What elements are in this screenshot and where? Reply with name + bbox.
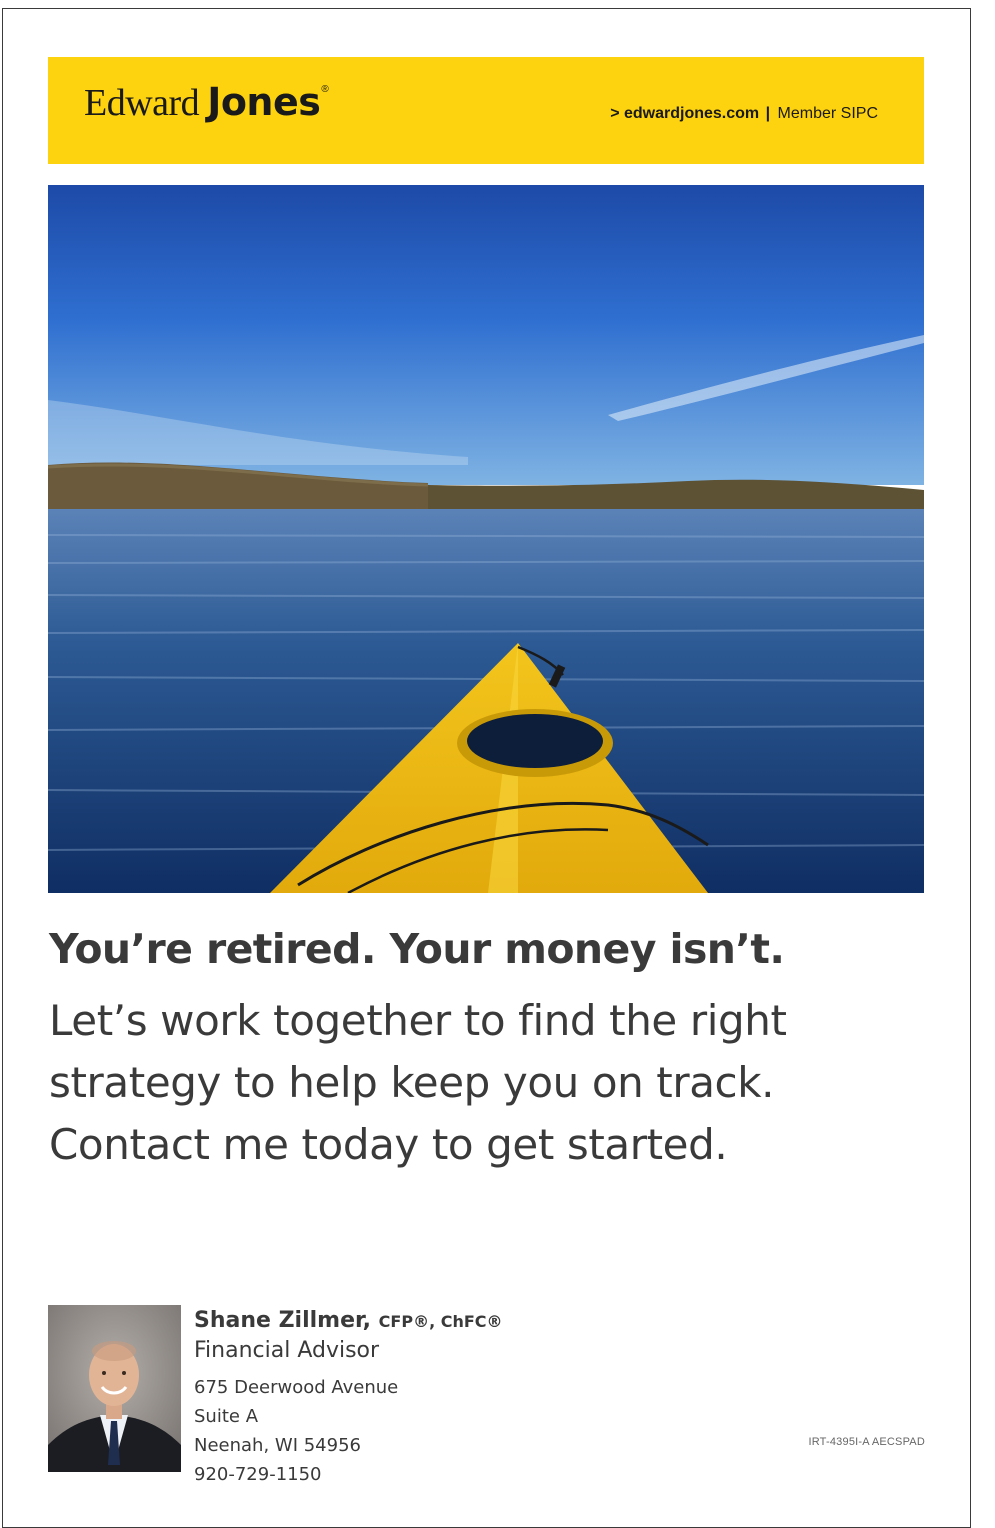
advisor-headshot-photo (48, 1305, 181, 1472)
logo-last-word: Jones (207, 80, 321, 124)
logo-registered-mark: ® (321, 84, 329, 95)
address-city-state-zip: Neenah, WI 54956 (194, 1435, 361, 1456)
brand-tagline: > edwardjones.com | Member SIPC (610, 105, 878, 123)
edward-jones-logo[interactable]: Edward Jones® (84, 83, 329, 122)
headline: You’re retired. Your money isn’t. (49, 925, 785, 973)
advisor-name-line: Shane Zillmer, CFP®, ChFC® (194, 1306, 503, 1337)
body-line-3: Contact me today to get started. (49, 1120, 728, 1169)
advisor-credentials: CFP®, ChFC® (378, 1312, 503, 1331)
advisor-phone[interactable]: 920-729-1150 (194, 1460, 503, 1489)
body-line-1: Let’s work together to find the right (49, 996, 787, 1045)
tagline-divider: | (765, 105, 771, 122)
body-line-2: strategy to help keep you on track. (49, 1058, 775, 1107)
kayak-on-lake-photo (48, 185, 924, 893)
ad-code: IRT-4395I-A AECSPAD (808, 1436, 925, 1448)
member-sipc-text: Member SIPC (777, 105, 878, 122)
website-link[interactable]: > edwardjones.com (610, 105, 759, 122)
body-copy: Let’s work together to find the right st… (49, 990, 929, 1176)
address-line-1: 675 Deerwood Avenue (194, 1377, 399, 1398)
advisor-title: Financial Advisor (194, 1338, 380, 1363)
brand-bar: Edward Jones® > edwardjones.com | Member … (48, 57, 924, 164)
logo-first-word: Edward (84, 82, 200, 124)
address-line-2: Suite A (194, 1406, 259, 1427)
advisor-name: Shane Zillmer, (194, 1308, 371, 1333)
advisor-address: 675 Deerwood Avenue Suite A Neenah, WI 5… (194, 1373, 503, 1489)
advisor-info: Shane Zillmer, CFP®, ChFC® Financial Adv… (194, 1306, 503, 1489)
